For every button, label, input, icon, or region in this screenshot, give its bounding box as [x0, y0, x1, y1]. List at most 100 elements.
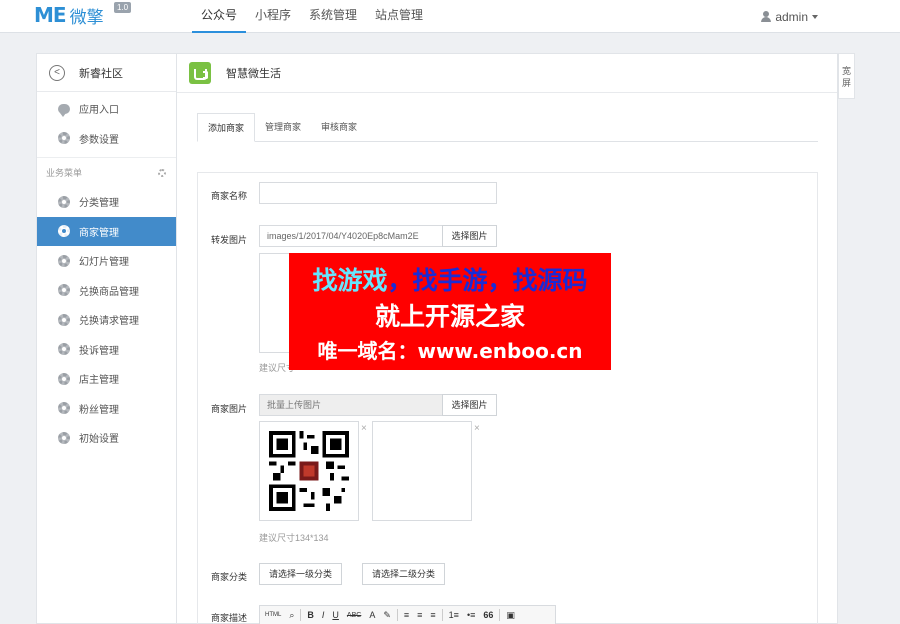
- gear-icon: [58, 431, 70, 444]
- image-icon[interactable]: ▣: [504, 610, 517, 621]
- sidebar-item-exchange-requests[interactable]: 兑换请求管理: [37, 305, 176, 335]
- tab-review-merchant[interactable]: 审核商家: [311, 113, 367, 142]
- category-label: 商家分类: [211, 572, 248, 582]
- toolbar-divider: [499, 609, 501, 621]
- sidebar-item-label: 店主管理: [79, 375, 119, 387]
- sidebar-item-label: 兑换商品管理: [79, 286, 139, 298]
- top-nav: 公众号 小程序 系统管理 站点管理: [192, 0, 432, 33]
- sidebar-item-category[interactable]: 分类管理: [37, 187, 176, 217]
- gear-icon: [58, 195, 70, 208]
- sidebar-item-label: 兑换请求管理: [79, 316, 139, 328]
- topnav-official-account[interactable]: 公众号: [192, 0, 247, 33]
- merchant-form: 商家名称 转发图片 images/1/2017/04/Y4020Ep8cMam2…: [197, 172, 818, 624]
- sidebar: < 新睿社区 应用入口 参数设置 业务菜单 分类管理 商家管理 幻灯片管理 兑换…: [36, 53, 177, 624]
- user-menu[interactable]: admin: [761, 0, 818, 33]
- top-navbar: ME 微擎 1.0 公众号 小程序 系统管理 站点管理 admin: [0, 0, 900, 33]
- images-size-hint: 建议尺寸134*134: [259, 533, 329, 543]
- banner-line-3: 唯一域名：www.enboo.cn: [317, 339, 583, 363]
- main-header: 智慧微生活: [177, 54, 837, 93]
- sidebar-item-complaints[interactable]: 投诉管理: [37, 335, 176, 365]
- logo[interactable]: ME 微擎 1.0: [34, 2, 132, 28]
- sidebar-item-label: 分类管理: [79, 198, 119, 210]
- sidebar-title: 新睿社区: [79, 67, 123, 80]
- user-icon: [761, 11, 772, 22]
- gear-icon: [58, 372, 70, 385]
- align-right-button[interactable]: ≡: [428, 610, 437, 620]
- cover-image-label: 转发图片: [211, 235, 248, 245]
- section-label: 业务菜单: [46, 168, 83, 178]
- sidebar-item-app-entry[interactable]: 应用入口: [37, 94, 176, 124]
- chevron-down-icon: [812, 14, 818, 19]
- quote-button[interactable]: 66: [481, 610, 495, 620]
- tab-add-merchant[interactable]: 添加商家: [197, 113, 256, 142]
- toolbar-divider: [441, 609, 443, 621]
- gear-icon: [58, 225, 70, 238]
- sidebar-item-label: 商家管理: [79, 227, 119, 239]
- user-name: admin: [775, 9, 808, 24]
- category-level2-select[interactable]: 请选择二级分类: [362, 563, 445, 585]
- cover-image-path-input[interactable]: images/1/2017/04/Y4020Ep8cMam2E: [259, 225, 443, 247]
- gear-icon: [58, 313, 70, 326]
- merchant-name-input[interactable]: [259, 182, 497, 204]
- html-source-button[interactable]: HTML: [263, 612, 283, 618]
- gear-icon: [58, 132, 70, 145]
- gear-icon[interactable]: [158, 168, 166, 177]
- logo-text: 微擎: [69, 7, 104, 28]
- back-arrow-icon: <: [49, 64, 65, 81]
- logo-mark: ME: [34, 3, 67, 27]
- remove-image-2-icon[interactable]: ×: [474, 423, 480, 434]
- font-color-button[interactable]: A: [367, 610, 377, 620]
- underline-button[interactable]: U: [330, 610, 341, 620]
- strikethrough-button[interactable]: ABC: [345, 612, 363, 619]
- gear-icon: [58, 343, 70, 356]
- editor-toolbar: HTML ⌕ B I U ABC A ✎ ≡ ≡ ≡ 1≡ •≡ 66 ▣: [259, 605, 556, 624]
- sidebar-item-label: 投诉管理: [79, 345, 119, 357]
- search-icon[interactable]: ⌕: [287, 610, 296, 621]
- sidebar-item-shop-owners[interactable]: 店主管理: [37, 364, 176, 394]
- tab-manage-merchant[interactable]: 管理商家: [255, 113, 311, 142]
- merchant-image-thumb-1: [259, 421, 359, 521]
- gear-icon: [58, 254, 70, 267]
- category-level1-select[interactable]: 请选择一级分类: [259, 563, 342, 585]
- sidebar-item-label: 应用入口: [79, 105, 119, 117]
- sidebar-item-exchange-goods[interactable]: 兑换商品管理: [37, 276, 176, 306]
- sidebar-item-label: 粉丝管理: [79, 404, 119, 416]
- topnav-mini-program[interactable]: 小程序: [246, 0, 300, 33]
- gear-icon: [58, 402, 70, 415]
- sidebar-item-merchant[interactable]: 商家管理: [37, 216, 176, 246]
- align-center-button[interactable]: ≡: [415, 610, 424, 620]
- topnav-site-management[interactable]: 站点管理: [366, 0, 432, 33]
- toolbar-divider: [396, 609, 398, 621]
- toolbar-divider: [300, 609, 302, 621]
- sidebar-item-label: 幻灯片管理: [79, 257, 129, 269]
- sidebar-item-settings[interactable]: 参数设置: [37, 124, 176, 154]
- select-merchant-images-button[interactable]: 选择图片: [442, 394, 497, 416]
- sidebar-item-slides[interactable]: 幻灯片管理: [37, 246, 176, 276]
- watermark-banner: 找游戏，找手游，找源码 就上开源之家 唯一域名：www.enboo.cn: [289, 253, 611, 370]
- topnav-system-management[interactable]: 系统管理: [300, 0, 366, 33]
- page-title: 智慧微生活: [226, 68, 281, 80]
- sidebar-back[interactable]: < 新睿社区: [37, 54, 176, 92]
- banner-highlight: 找游戏: [312, 266, 388, 295]
- merchant-image-thumb-2: [372, 421, 472, 521]
- align-left-button[interactable]: ≡: [402, 610, 411, 620]
- wide-screen-toggle[interactable]: 宽屏: [838, 53, 855, 99]
- qr-code-image: [269, 431, 349, 511]
- bold-button[interactable]: B: [305, 610, 316, 620]
- unordered-list-button[interactable]: •≡: [465, 610, 477, 620]
- batch-upload-input[interactable]: 批量上传图片: [259, 394, 443, 416]
- version-badge: 1.0: [114, 2, 132, 13]
- banner-line-1: 找游戏，找手游，找源码: [289, 261, 611, 297]
- select-cover-image-button[interactable]: 选择图片: [442, 225, 497, 247]
- italic-button[interactable]: I: [320, 610, 327, 620]
- sidebar-item-label: 参数设置: [79, 134, 119, 146]
- merchant-name-label: 商家名称: [211, 191, 248, 201]
- sidebar-item-initial-settings[interactable]: 初始设置: [37, 423, 176, 453]
- coffee-cup-icon: [189, 62, 211, 84]
- banner-line-2: 就上开源之家: [374, 302, 525, 331]
- ordered-list-button[interactable]: 1≡: [447, 610, 461, 620]
- remove-image-1-icon[interactable]: ×: [361, 423, 367, 434]
- sidebar-item-fans[interactable]: 粉丝管理: [37, 394, 176, 424]
- gear-icon: [58, 284, 70, 297]
- highlight-icon[interactable]: ✎: [381, 610, 393, 621]
